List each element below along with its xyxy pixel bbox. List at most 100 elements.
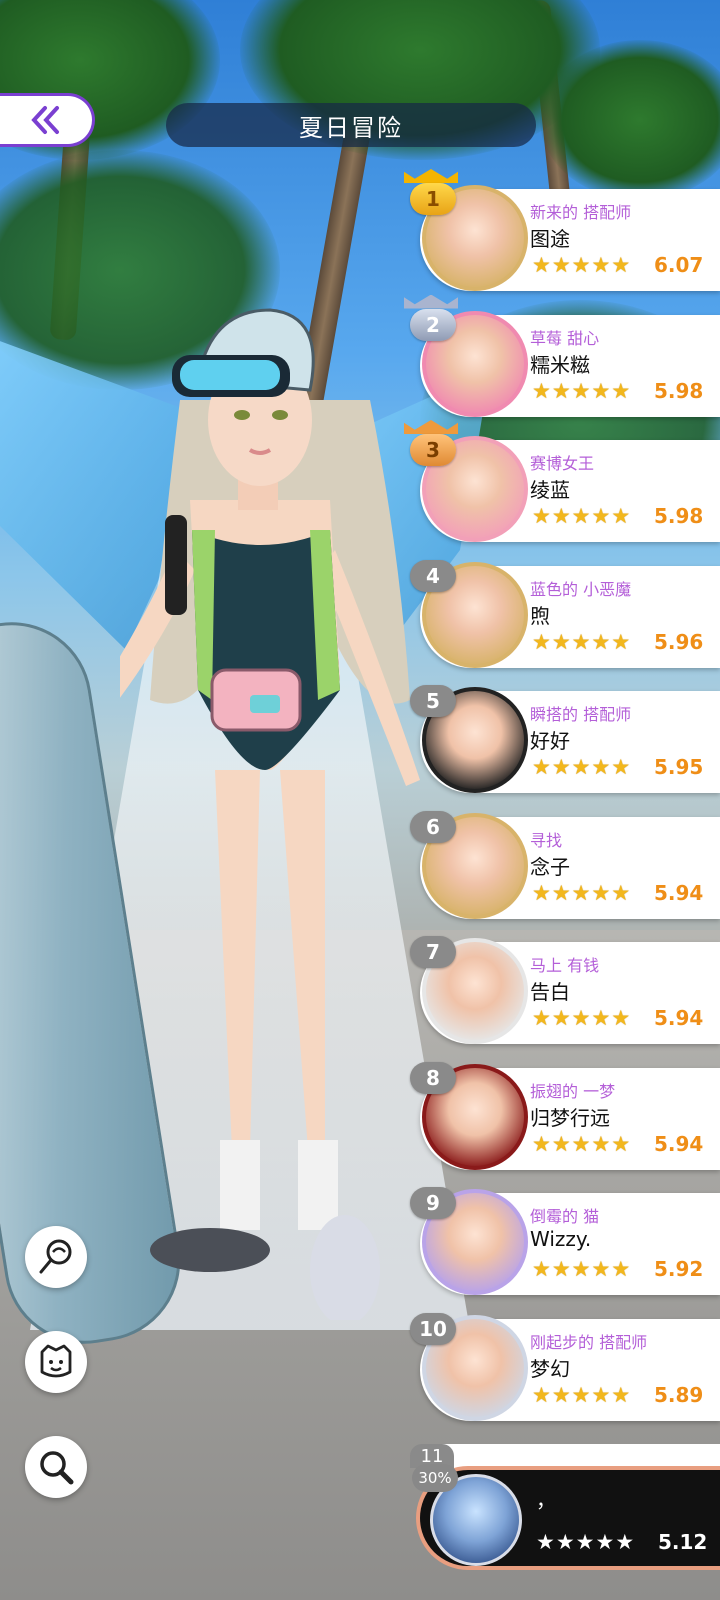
star-icon: ★ — [532, 378, 551, 403]
my-ranking-card[interactable]: 30% ， ★ ★ ★ ★ ★ 5.12 — [412, 1464, 720, 1570]
rank-badge: 2 — [410, 308, 456, 341]
star-icon: ★ — [611, 629, 631, 654]
lollipop-button[interactable] — [25, 1226, 87, 1288]
star-icon: ★ — [555, 1530, 575, 1554]
star-icon: ★ — [591, 378, 611, 403]
star-icon: ★ — [571, 1006, 591, 1030]
star-icon: ★ — [571, 1257, 591, 1281]
ranking-row-partial[interactable]: 11 — [410, 1444, 720, 1468]
star-icon: ★ — [611, 1006, 631, 1030]
ranking-row[interactable]: 5 瞬搭的 搭配师 好好 ★ ★ ★ ★ ★ 5.95 — [408, 685, 720, 797]
star-icon: ★ — [611, 755, 631, 779]
star-rating: ★ ★ ★ ★ ★ — [532, 1006, 630, 1030]
star-icon: ★ — [611, 504, 631, 528]
star-icon: ★ — [551, 1257, 571, 1281]
ranking-row[interactable]: 7 马上 有钱 告白 ★ ★ ★ ★ ★ 5.94 — [408, 936, 720, 1048]
star-icon: ★ — [551, 378, 571, 403]
star-icon: ★ — [551, 755, 571, 779]
star-icon: ★ — [591, 1006, 611, 1030]
rank-badge: 5 — [410, 685, 456, 717]
star-icon: ★ — [571, 880, 591, 905]
star-icon: ★ — [571, 755, 591, 779]
star-rating: ★ ★ ★ ★ ★ — [532, 881, 630, 905]
star-icon: ★ — [575, 1530, 595, 1554]
star-icon: ★ — [611, 253, 631, 277]
ranking-row[interactable]: 10 刚起步的 搭配师梦幻 ★ ★ ★ ★ ★ 5.89 — [408, 1312, 720, 1425]
star-icon: ★ — [571, 378, 591, 403]
player-score: 5.92 — [654, 1257, 704, 1281]
player-title: 寻找 — [530, 830, 563, 850]
back-button[interactable] — [0, 93, 95, 147]
star-icon: ★ — [591, 253, 611, 277]
player-score: 5.94 — [654, 1006, 704, 1030]
rank-badge: 4 — [410, 559, 456, 592]
player-score: 5.95 — [654, 755, 704, 779]
star-icon: ★ — [532, 1382, 551, 1407]
player-title: 新来的 搭配师 — [530, 203, 632, 222]
ranking-row[interactable]: 9 倒霉的 猫 Wizzy. ★ ★ ★ ★ ★ 5.92 — [408, 1187, 720, 1299]
rank-badge: 8 — [410, 1061, 456, 1094]
player-title: 刚起步的 搭配师 — [530, 1332, 648, 1352]
star-icon: ★ — [595, 1530, 615, 1554]
character-figure — [120, 308, 420, 1320]
star-rating: ★ ★ ★ ★ ★ — [532, 1383, 630, 1407]
star-icon: ★ — [551, 1131, 571, 1156]
player-title: 蓝色的 小恶魔 — [530, 579, 632, 599]
star-icon: ★ — [571, 504, 591, 528]
rank-badge: 6 — [410, 810, 456, 843]
star-icon: ★ — [532, 880, 551, 905]
player-name: 归梦行远 — [530, 1105, 610, 1130]
magnifier-icon — [40, 1451, 74, 1485]
star-rating: ★ ★ ★ ★ ★ — [532, 504, 630, 528]
player-name: 糯米糍 — [530, 352, 590, 377]
ranking-row[interactable]: 4 蓝色的 小恶魔煦 ★ ★ ★ ★ ★ 5.96 — [408, 559, 720, 672]
search-button[interactable] — [25, 1436, 87, 1498]
player-title: 瞬搭的 搭配师 — [530, 705, 632, 724]
player-name: 告白 — [530, 980, 570, 1004]
star-icon: ★ — [611, 1131, 631, 1156]
star-icon: ★ — [532, 1131, 551, 1156]
star-rating: ★ ★ ★ ★ ★ — [532, 630, 630, 654]
player-name: 煦 — [530, 603, 550, 628]
star-icon: ★ — [591, 1382, 611, 1407]
star-icon: ★ — [536, 1530, 555, 1554]
player-score: 5.98 — [654, 504, 704, 528]
star-icon: ★ — [611, 1257, 631, 1281]
star-icon: ★ — [591, 755, 611, 779]
lollipop-icon — [39, 1239, 72, 1274]
rank-badge: 7 — [410, 936, 456, 968]
star-rating: ★ ★ ★ ★ ★ — [532, 253, 630, 277]
star-icon: ★ — [591, 880, 611, 905]
face-button[interactable] — [25, 1331, 87, 1393]
star-icon: ★ — [571, 253, 591, 277]
player-score: 5.96 — [654, 629, 704, 654]
star-icon: ★ — [532, 755, 551, 779]
star-icon: ★ — [551, 253, 571, 277]
double-chevron-left-icon — [31, 106, 59, 134]
rank-badge: 10 — [410, 1312, 456, 1345]
star-icon: ★ — [591, 504, 611, 528]
rank-badge: 1 — [410, 183, 456, 215]
ranking-row[interactable]: 2 草莓 甜心 糯米糍 ★ ★ ★ ★ ★ 5.98 — [404, 294, 720, 421]
ranking-row[interactable]: 8 振翅的 一梦 归梦行远 ★ ★ ★ ★ ★ 5.94 — [408, 1061, 720, 1174]
star-icon: ★ — [551, 1006, 571, 1030]
ranking-row[interactable]: 1 新来的 搭配师 图途 ★ ★ ★ ★ ★ 6.07 — [404, 169, 720, 295]
my-star-rating: ★ ★ ★ ★ ★ — [536, 1530, 634, 1554]
player-title: 赛博女王 — [530, 454, 595, 473]
player-score: 5.89 — [654, 1382, 704, 1407]
player-title: 倒霉的 猫 — [530, 1207, 600, 1226]
ranking-row[interactable]: 6 寻找 念子 ★ ★ ★ ★ ★ 5.94 — [408, 810, 720, 923]
rank-badge: 9 — [410, 1187, 456, 1219]
star-icon: ★ — [532, 629, 551, 654]
star-icon: ★ — [551, 1382, 571, 1407]
player-name: 绫蓝 — [530, 478, 570, 502]
star-icon: ★ — [611, 378, 631, 403]
percentile-badge: 30% — [412, 1464, 458, 1492]
star-icon: ★ — [615, 1530, 635, 1554]
player-name: 梦幻 — [530, 1356, 570, 1381]
star-icon: ★ — [551, 504, 571, 528]
ranking-row[interactable]: 3 赛博女王 绫蓝 ★ ★ ★ ★ ★ 5.98 — [404, 420, 720, 546]
star-rating: ★ ★ ★ ★ ★ — [532, 379, 630, 403]
player-name: 图途 — [530, 227, 570, 251]
page-title: 夏日冒险 — [166, 103, 536, 147]
